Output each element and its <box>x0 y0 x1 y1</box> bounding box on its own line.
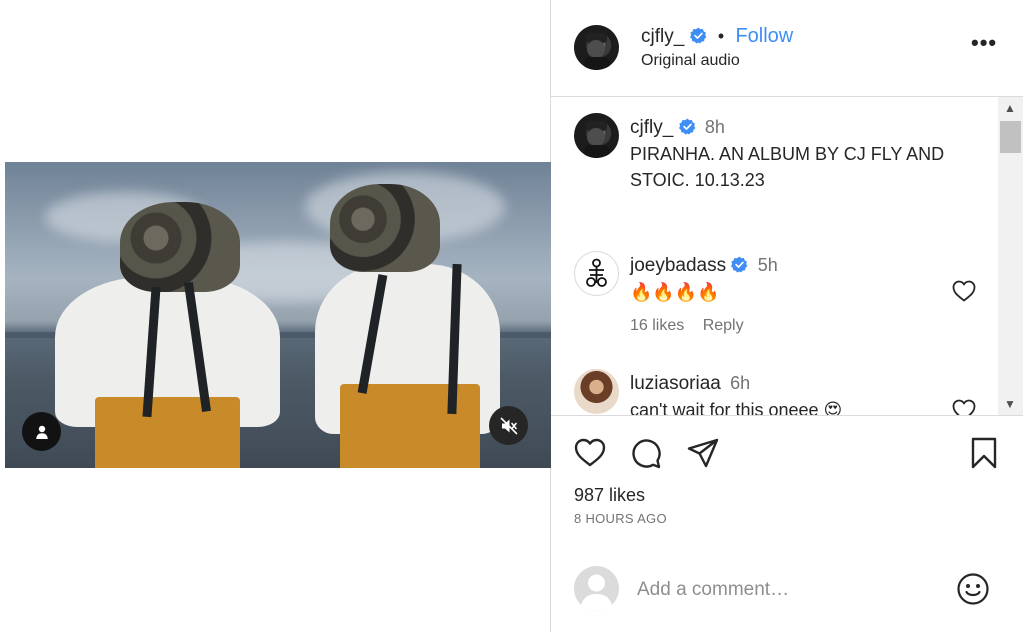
verified-icon <box>689 27 706 44</box>
comment-username[interactable]: joeybadass <box>630 255 726 276</box>
comment-icon[interactable] <box>629 436 663 470</box>
mute-icon <box>500 417 517 434</box>
video-player[interactable] <box>5 162 551 468</box>
comment-header: luziasoriaa 6h <box>630 373 750 395</box>
caption-username[interactable]: cjfly_ <box>630 117 673 138</box>
person-left <box>55 202 285 468</box>
comment-username[interactable]: luziasoriaa <box>630 373 721 394</box>
separator-dot: • <box>717 26 725 46</box>
comment-avatar[interactable] <box>574 369 619 414</box>
share-icon[interactable] <box>686 436 720 470</box>
verified-icon <box>678 118 695 135</box>
comment-like-heart-icon[interactable] <box>952 399 976 415</box>
comment-like-heart-icon[interactable] <box>952 280 976 302</box>
person-right <box>310 184 510 468</box>
verified-icon <box>731 256 748 273</box>
user-icon <box>35 425 48 439</box>
post-header: cjfly_ • Follow Original audio ••• <box>551 0 1023 97</box>
author-username[interactable]: cjfly_ <box>641 26 684 47</box>
likes-count[interactable]: 987 likes <box>574 485 645 506</box>
author-avatar[interactable] <box>574 25 619 70</box>
caption-text: PIRANHA. AN ALBUM BY CJ FLY AND STOIC. 1… <box>630 144 945 190</box>
scroll-up-icon[interactable]: ▲ <box>1001 101 1019 115</box>
post-panel: cjfly_ • Follow Original audio ••• cjfly… <box>551 0 1023 632</box>
author-line: cjfly_ • Follow <box>641 25 793 48</box>
heart-icon[interactable] <box>573 436 607 470</box>
comment-input[interactable] <box>637 577 937 603</box>
emoji-icon[interactable] <box>956 572 990 606</box>
tagged-users-button[interactable] <box>22 412 61 451</box>
comment-text: 🔥🔥🔥🔥 <box>630 282 720 302</box>
mute-button[interactable] <box>489 406 528 445</box>
bookmark-icon[interactable] <box>967 436 1001 470</box>
follow-button[interactable]: Follow <box>735 25 793 47</box>
add-comment-bar <box>551 555 1023 632</box>
post-timestamp: 8 HOURS AGO <box>574 511 667 526</box>
audio-label[interactable]: Original audio <box>641 52 740 70</box>
more-icon: ••• <box>971 30 998 55</box>
caption-avatar[interactable] <box>574 113 619 158</box>
comment-avatar[interactable] <box>574 251 619 296</box>
current-user-avatar <box>574 566 619 611</box>
comment-header: joeybadass 5h <box>630 255 778 277</box>
caption-header: cjfly_ 8h <box>630 117 725 139</box>
scrollbar-thumb[interactable] <box>1000 121 1021 153</box>
comment-likes[interactable]: 16 likes <box>630 317 684 334</box>
more-options-button[interactable]: ••• <box>971 30 997 56</box>
comment-time: 5h <box>757 255 778 275</box>
comments-list: cjfly_ 8h PIRANHA. AN ALBUM BY CJ FLY AN… <box>551 97 1023 415</box>
scroll-down-icon[interactable]: ▼ <box>1001 397 1019 411</box>
post-actions: 987 likes 8 HOURS AGO <box>551 415 1023 555</box>
caption-time: 8h <box>704 117 725 137</box>
comment-text: can't wait for this oneee 😍 <box>630 400 843 415</box>
reply-button[interactable]: Reply <box>703 317 744 334</box>
comment-meta: 16 likes Reply <box>630 317 758 335</box>
comment-time: 6h <box>730 373 751 393</box>
